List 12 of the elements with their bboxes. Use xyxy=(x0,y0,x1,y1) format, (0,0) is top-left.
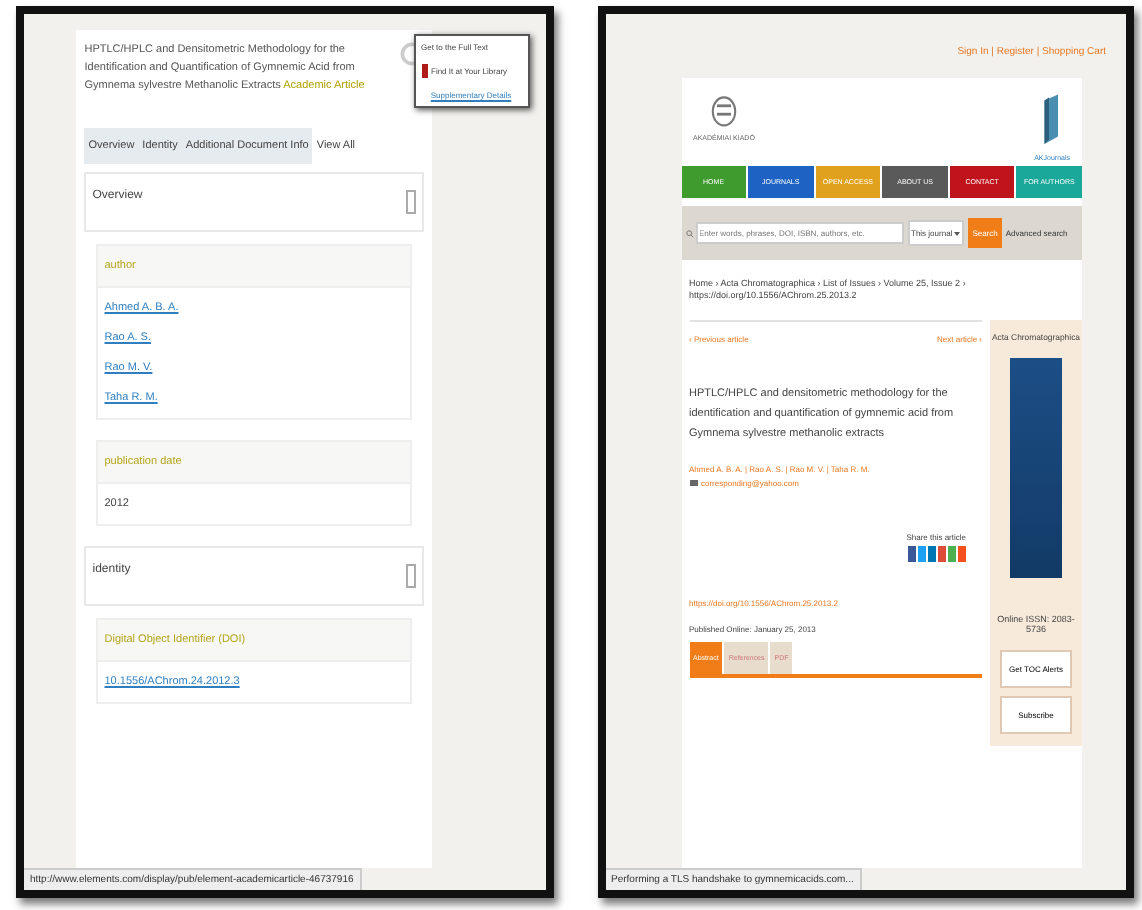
scroll-handle[interactable] xyxy=(406,564,417,588)
social-share-icon[interactable] xyxy=(908,546,916,562)
social-share-icon[interactable] xyxy=(958,546,966,562)
social-share-icon[interactable] xyxy=(928,546,936,562)
crest-logo-icon xyxy=(709,90,738,130)
search-icon xyxy=(685,229,693,237)
scroll-handle[interactable] xyxy=(406,190,417,214)
social-share-icon[interactable] xyxy=(938,546,946,562)
envelope-icon xyxy=(689,480,697,486)
social-share-icon[interactable] xyxy=(948,546,956,562)
social-share-icon[interactable] xyxy=(918,546,926,562)
caret-icon xyxy=(954,231,961,235)
